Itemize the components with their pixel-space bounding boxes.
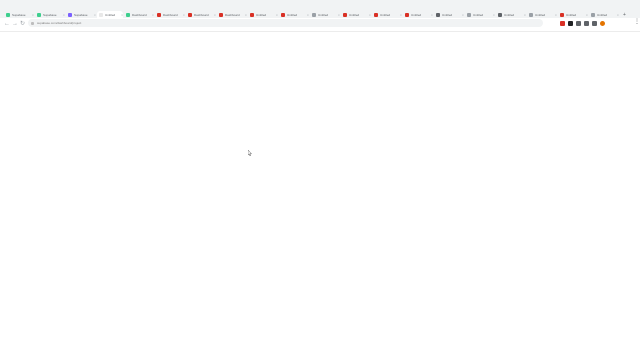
tab-favicon-icon	[219, 13, 223, 17]
extension-dark-icon[interactable]	[568, 20, 573, 26]
extension-puzzle-icon[interactable]	[584, 20, 589, 26]
tab-favicon-icon	[37, 13, 41, 17]
tab-label: Untitled	[504, 13, 515, 17]
tab-label: Untitled	[287, 13, 298, 17]
tab-label: Untitled	[256, 13, 267, 17]
tab-label: Supabase	[74, 13, 88, 17]
profile-avatar[interactable]	[600, 20, 605, 26]
tab-close-icon[interactable]: ×	[555, 13, 557, 17]
tab-label: Untitled	[442, 13, 453, 17]
tab-label: Untitled	[349, 13, 360, 17]
tab-label: Untitled	[566, 13, 577, 17]
tab-favicon-icon	[405, 13, 409, 17]
extensions-bar	[560, 20, 605, 26]
tab-favicon-icon	[560, 13, 564, 17]
page-content	[0, 32, 640, 360]
tab-close-icon[interactable]: ×	[617, 13, 619, 17]
tab-close-icon[interactable]: ×	[307, 13, 309, 17]
tab-close-icon[interactable]: ×	[431, 13, 433, 17]
tab-label: Untitled	[105, 13, 116, 17]
tab-close-icon[interactable]: ×	[183, 13, 185, 17]
reload-button[interactable]: ↻	[20, 21, 25, 27]
tab-close-icon[interactable]: ×	[338, 13, 340, 17]
browser-menu-button[interactable]: ⋮	[634, 19, 640, 25]
tab-close-icon[interactable]: ×	[152, 13, 154, 17]
tab-favicon-icon	[99, 13, 103, 17]
tab-close-icon[interactable]: ×	[94, 13, 96, 17]
forward-button[interactable]: →	[12, 21, 18, 27]
tab-favicon-icon	[467, 13, 471, 17]
extension-red-icon[interactable]	[560, 20, 565, 26]
tab-favicon-icon	[343, 13, 347, 17]
tab-favicon-icon	[529, 13, 533, 17]
back-button[interactable]: ←	[4, 21, 10, 27]
tab-label: Dashboard	[132, 13, 147, 17]
tab-label: Dashboard	[225, 13, 240, 17]
tab-close-icon[interactable]: ×	[214, 13, 216, 17]
tab-close-icon[interactable]: ×	[245, 13, 247, 17]
tab-label: Untitled	[380, 13, 391, 17]
browser-tabstrip: Supabase × Supabase × Supabase × Untitled × Dash…	[0, 0, 640, 19]
tab-close-icon[interactable]: ×	[369, 13, 371, 17]
tab-favicon-icon	[188, 13, 192, 17]
tab-label: Supabase	[43, 13, 57, 17]
tab-close-icon[interactable]: ×	[462, 13, 464, 17]
tab-close-icon[interactable]: ×	[586, 13, 588, 17]
tab-favicon-icon	[126, 13, 130, 17]
tab-close-icon[interactable]: ×	[276, 13, 278, 17]
tab-favicon-icon	[436, 13, 440, 17]
tab-close-icon[interactable]: ×	[400, 13, 402, 17]
tab-label: Supabase	[12, 13, 26, 17]
tab-close-icon[interactable]: ×	[32, 13, 34, 17]
tab-label: Untitled	[597, 13, 608, 17]
tab-favicon-icon	[498, 13, 502, 17]
tab-favicon-icon	[6, 13, 10, 17]
tab-label: Untitled	[318, 13, 329, 17]
tab-favicon-icon	[591, 13, 595, 17]
tab-close-icon[interactable]: ×	[493, 13, 495, 17]
extension-grey-icon[interactable]	[576, 20, 581, 26]
tab-favicon-icon	[250, 13, 254, 17]
address-bar[interactable]: supabase.com/dashboard/project	[28, 19, 543, 27]
tab-favicon-icon	[374, 13, 378, 17]
tab-label: Untitled	[473, 13, 484, 17]
tab-close-icon[interactable]: ×	[524, 13, 526, 17]
lock-icon[interactable]	[31, 21, 34, 25]
tab-favicon-icon	[157, 13, 161, 17]
tab-label: Untitled	[411, 13, 422, 17]
tab-favicon-icon	[68, 13, 72, 17]
tab-label: Dashboard	[163, 13, 178, 17]
tab-label: Untitled	[535, 13, 546, 17]
tab-close-icon[interactable]: ×	[121, 13, 123, 17]
mouse-cursor-icon	[248, 150, 252, 156]
extension-box-icon[interactable]	[592, 20, 597, 26]
tab-favicon-icon	[312, 13, 316, 17]
tab-label: Dashboard	[194, 13, 209, 17]
url-text: supabase.com/dashboard/project	[37, 21, 82, 25]
tab-favicon-icon	[281, 13, 285, 17]
tab-close-icon[interactable]: ×	[63, 13, 65, 17]
